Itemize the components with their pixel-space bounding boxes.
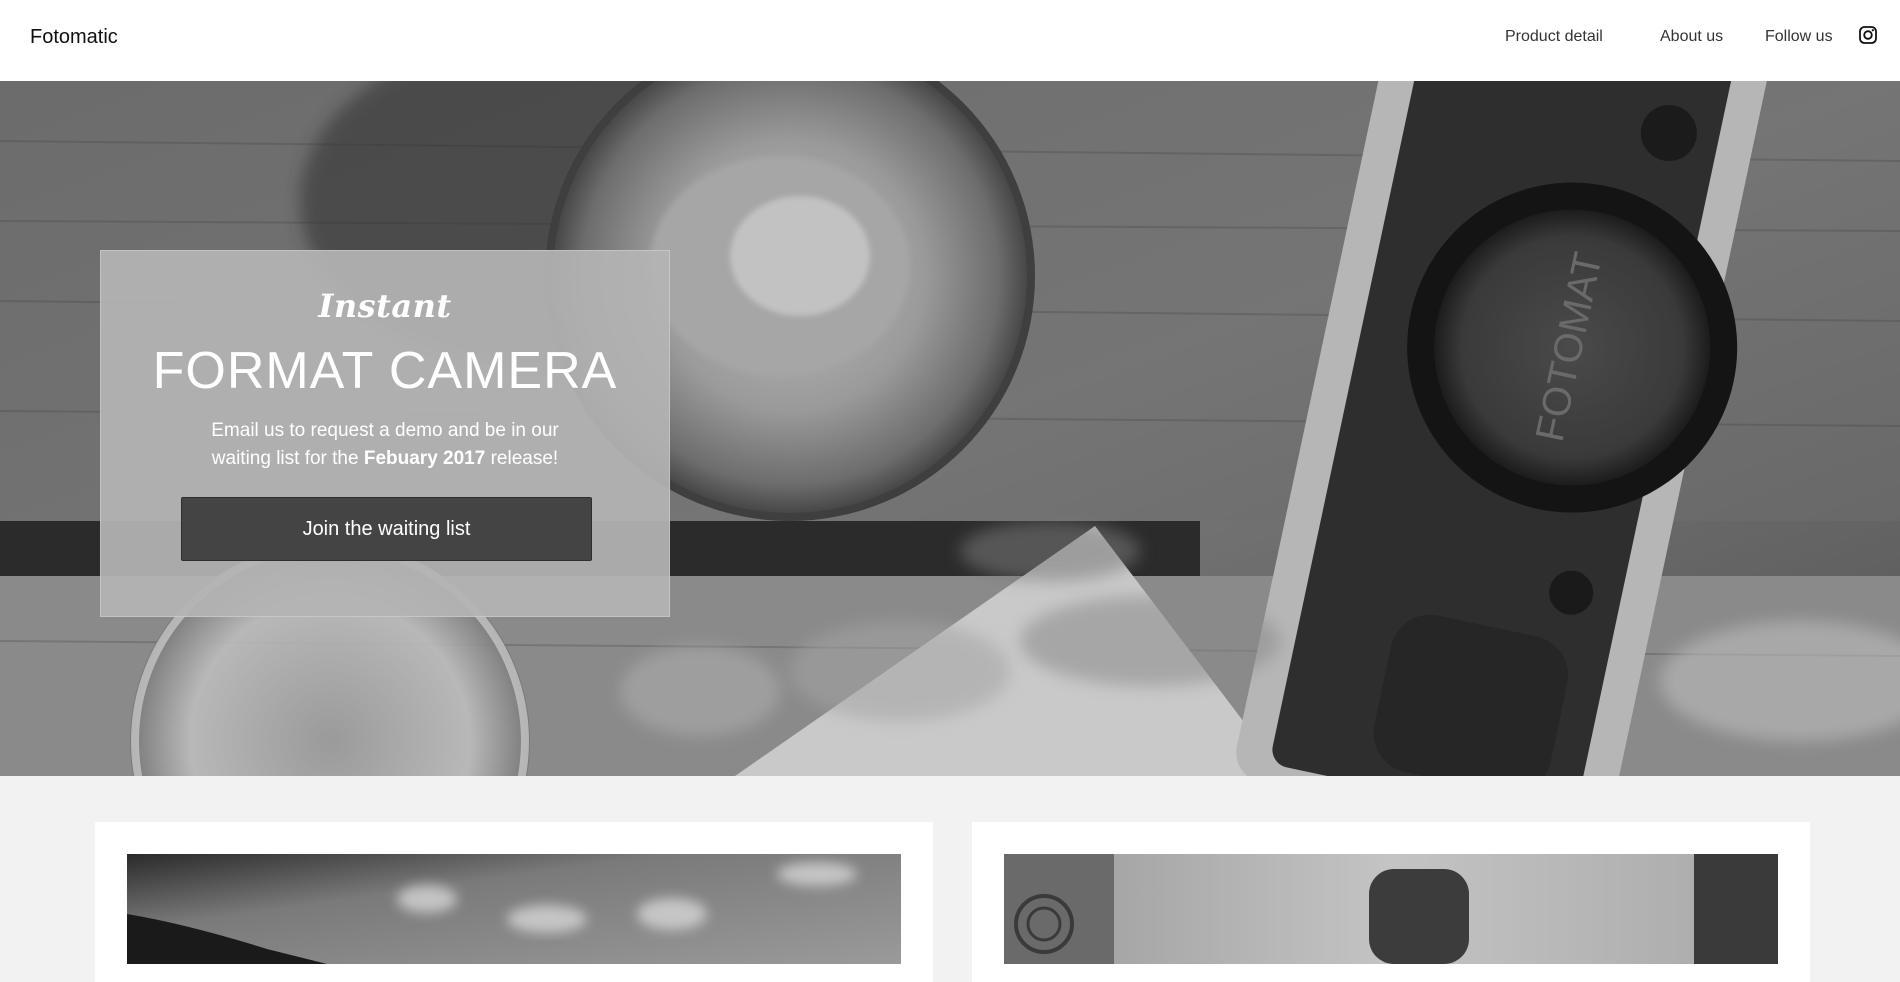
feature-card-left [95,822,933,982]
feature-image-right [1004,854,1778,964]
promo-desc-tail: release! [485,448,559,469]
join-waiting-list-button[interactable]: Join the waiting list [181,497,592,561]
brand-logo-link[interactable]: Fotomatic [30,26,118,49]
release-date: Febuary 2017 [363,448,486,469]
feature-card-right [972,822,1810,982]
nav-product-detail[interactable]: Product detail [1505,28,1603,46]
camera-closeup-photo [1004,854,1778,964]
nav-follow-us[interactable]: Follow us [1765,28,1833,46]
instagram-icon[interactable] [1858,25,1878,45]
sky-photo [127,854,901,964]
feature-image-left [127,854,901,964]
hero-section: FOTOMAT Instant FORMAT CAMERA Email us t… [0,81,1900,776]
promo-card: Instant FORMAT CAMERA Email us to reques… [100,250,670,617]
nav-about-us[interactable]: About us [1660,28,1723,46]
promo-description: Email us to request a demo and be in our… [191,417,579,473]
top-navigation-bar: Fotomatic Product detail About us Follow… [0,0,1900,82]
promo-headline: FORMAT CAMERA [152,342,618,400]
promo-script-title: Instant [318,287,452,325]
